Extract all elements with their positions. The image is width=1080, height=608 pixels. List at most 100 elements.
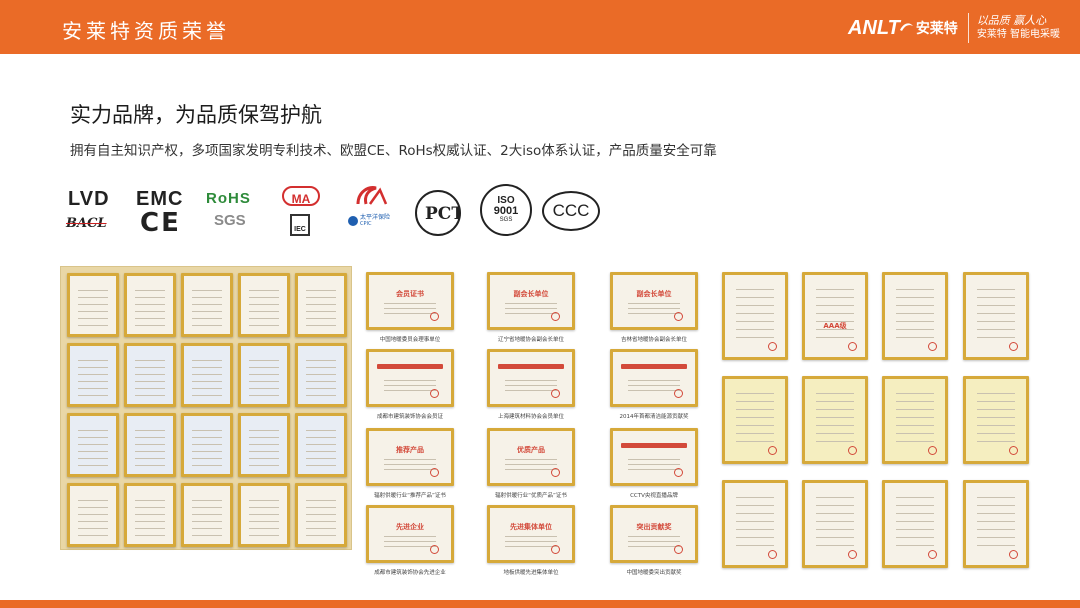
seal-icon <box>551 468 560 477</box>
text-line <box>306 374 336 375</box>
text-line <box>976 433 1016 434</box>
text-line <box>735 521 775 522</box>
text-line <box>976 441 1016 442</box>
seal-icon <box>768 550 777 559</box>
text-line <box>815 289 855 290</box>
text-line <box>135 430 165 431</box>
text-line <box>78 444 108 445</box>
text-line <box>192 374 222 375</box>
certificate-paper <box>369 352 451 404</box>
text-line <box>895 537 935 538</box>
text-line <box>504 541 558 542</box>
patent-certificate <box>295 273 347 337</box>
text-line <box>815 537 855 538</box>
text-line <box>383 464 437 465</box>
seal-icon <box>1009 550 1018 559</box>
patent-certificate <box>124 483 176 547</box>
text-line <box>249 500 279 501</box>
certificate-title-bar <box>377 364 443 369</box>
certificate-paper <box>127 276 173 334</box>
text-line <box>135 304 165 305</box>
text-line <box>815 521 855 522</box>
text-line <box>627 385 681 386</box>
text-line <box>192 318 222 319</box>
text-line <box>306 451 336 452</box>
seal-icon <box>928 550 937 559</box>
text-line <box>895 337 935 338</box>
text-line <box>135 444 165 445</box>
lvd-logo: LVD <box>68 188 110 210</box>
certificate-caption: 辐射供暖行业“优质产品”证书 <box>495 493 567 499</box>
text-line <box>735 313 775 314</box>
text-line <box>735 409 775 410</box>
certificate-paper <box>725 275 785 357</box>
text-line <box>192 521 222 522</box>
brand-logo-block: ANLT 安莱特 以品质 赢人心 安莱特 智能电采暖 <box>848 10 1060 46</box>
text-line <box>815 433 855 434</box>
certificate-paper <box>805 379 865 461</box>
certificate-paper <box>966 483 1026 565</box>
text-line <box>895 505 935 506</box>
certificate-paper <box>127 486 173 544</box>
seal-icon <box>928 446 937 455</box>
text-line <box>627 459 681 460</box>
text-line <box>78 325 108 326</box>
seal-icon <box>768 446 777 455</box>
ce-logo: CE <box>140 208 181 238</box>
text-line <box>735 529 775 530</box>
certificate-paper <box>70 486 116 544</box>
seal-icon <box>1009 342 1018 351</box>
text-line <box>815 313 855 314</box>
patent-certificate <box>67 343 119 407</box>
text-line <box>249 374 279 375</box>
text-line <box>895 513 935 514</box>
text-line <box>192 465 222 466</box>
text-line <box>504 390 558 391</box>
text-line <box>976 297 1016 298</box>
text-line <box>249 437 279 438</box>
text-line <box>78 304 108 305</box>
text-line <box>815 305 855 306</box>
quality-certificate <box>882 376 948 464</box>
certificate-paper: 推荐产品 <box>369 431 451 483</box>
text-line <box>249 535 279 536</box>
text-line <box>735 321 775 322</box>
patent-certificate <box>67 483 119 547</box>
seal-icon <box>674 389 683 398</box>
text-line <box>895 529 935 530</box>
honor-certificate <box>610 428 698 486</box>
text-line <box>735 433 775 434</box>
text-line <box>249 318 279 319</box>
text-line <box>627 380 681 381</box>
certificate-caption: 地板供暖先进集体单位 <box>503 570 559 576</box>
certificate-caption: 辽宁省地暖协会副会长单位 <box>497 337 564 343</box>
text-line <box>135 367 165 368</box>
text-line <box>895 521 935 522</box>
text-line <box>78 374 108 375</box>
text-line <box>78 395 108 396</box>
text-line <box>249 381 279 382</box>
footer-bar <box>0 600 1080 608</box>
text-line <box>627 390 681 391</box>
certificate-title: 突出贡献奖 <box>636 523 672 531</box>
text-line <box>815 497 855 498</box>
text-line <box>306 395 336 396</box>
text-line <box>78 535 108 536</box>
page-title: 安莱特资质荣誉 <box>62 19 230 43</box>
brand-tagline: 安莱特 智能电采暖 <box>976 29 1060 40</box>
certificate-paper <box>725 379 785 461</box>
text-line <box>135 535 165 536</box>
certificate-caption: 辐射供暖行业“推荐产品”证书 <box>374 493 446 499</box>
text-line <box>135 395 165 396</box>
honor-certificate: 先进集体单位 <box>487 505 575 563</box>
patent-certificate <box>295 483 347 547</box>
text-line <box>135 507 165 508</box>
honor-certificate <box>610 349 698 407</box>
honor-certificate: 优质产品 <box>487 428 575 486</box>
text-line <box>895 497 935 498</box>
text-line <box>78 290 108 291</box>
seal-icon <box>430 545 439 554</box>
certificate-paper: 副会长单位 <box>613 275 695 327</box>
text-line <box>895 297 935 298</box>
text-line <box>192 514 222 515</box>
